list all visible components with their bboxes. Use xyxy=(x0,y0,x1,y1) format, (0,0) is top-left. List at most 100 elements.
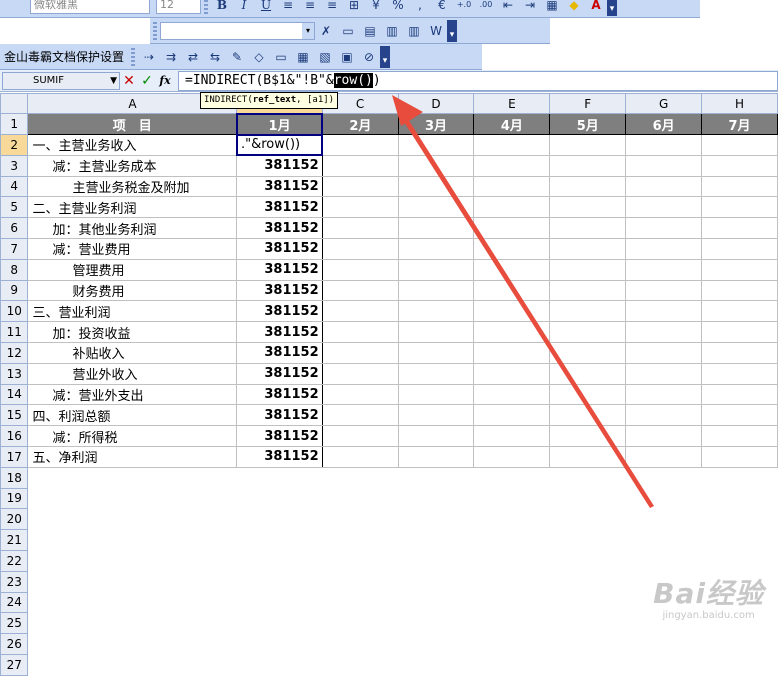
empty-cell[interactable] xyxy=(321,217,399,239)
empty-cell[interactable] xyxy=(473,300,551,323)
row-header[interactable]: 21 xyxy=(0,529,29,551)
empty-cell[interactable] xyxy=(473,549,551,572)
row-label-cell[interactable]: 财务费用 xyxy=(27,279,238,302)
value-cell[interactable]: 381152 xyxy=(236,321,323,343)
empty-cell[interactable] xyxy=(473,487,551,510)
empty-cell[interactable] xyxy=(321,591,399,614)
row-label-cell[interactable]: 主营业务税金及附加 xyxy=(27,175,238,198)
protect-settings-button[interactable]: 金山毒霸文档保护设置 xyxy=(0,48,128,65)
underline-button[interactable]: U xyxy=(256,0,276,15)
empty-cell[interactable] xyxy=(625,404,703,427)
empty-cell[interactable] xyxy=(236,487,323,510)
empty-cell[interactable] xyxy=(27,529,238,551)
trace-precedents-icon[interactable]: ⇢ xyxy=(139,47,159,67)
row-header[interactable]: 22 xyxy=(0,549,29,572)
empty-cell[interactable] xyxy=(321,383,399,406)
empty-cell[interactable] xyxy=(236,633,323,655)
empty-cell[interactable] xyxy=(473,445,551,468)
empty-cell[interactable] xyxy=(701,279,778,302)
empty-cell[interactable] xyxy=(473,570,551,593)
empty-cell[interactable] xyxy=(549,196,627,219)
table-icon[interactable]: ▥ xyxy=(382,21,402,41)
empty-cell[interactable] xyxy=(397,258,475,281)
row-header[interactable]: 26 xyxy=(0,633,29,655)
empty-cell[interactable] xyxy=(549,445,627,468)
row-header[interactable]: 8 xyxy=(0,258,29,281)
header-cell[interactable]: 7月 xyxy=(701,113,778,135)
empty-cell[interactable] xyxy=(549,362,627,385)
empty-cell[interactable] xyxy=(397,612,475,635)
empty-cell[interactable] xyxy=(397,279,475,302)
empty-cell[interactable] xyxy=(701,217,778,239)
empty-cell[interactable] xyxy=(397,653,475,676)
empty-cell[interactable] xyxy=(625,321,703,343)
font-name-select[interactable]: 微软雅黑 xyxy=(30,0,150,14)
empty-cell[interactable] xyxy=(473,508,551,531)
empty-cell[interactable] xyxy=(549,404,627,427)
empty-cell[interactable] xyxy=(27,487,238,510)
empty-cell[interactable] xyxy=(625,134,703,156)
value-cell[interactable]: 381152 xyxy=(236,217,323,239)
empty-cell[interactable] xyxy=(27,466,238,489)
show-watch-icon[interactable]: ▦ xyxy=(293,47,313,67)
row-header[interactable]: 24 xyxy=(0,591,29,614)
empty-cell[interactable] xyxy=(549,258,627,281)
row-header[interactable]: 20 xyxy=(0,508,29,531)
empty-cell[interactable] xyxy=(549,341,627,364)
row-header[interactable]: 15 xyxy=(0,404,29,427)
empty-cell[interactable] xyxy=(397,154,475,177)
empty-cell[interactable] xyxy=(321,508,399,531)
value-cell[interactable]: 381152 xyxy=(236,362,323,385)
empty-cell[interactable] xyxy=(473,404,551,427)
empty-cell[interactable] xyxy=(321,279,399,302)
empty-cell[interactable] xyxy=(701,134,778,156)
empty-cell[interactable] xyxy=(625,362,703,385)
empty-cell[interactable] xyxy=(549,633,627,655)
trace-dependents-icon[interactable]: ⇉ xyxy=(161,47,181,67)
empty-cell[interactable] xyxy=(473,341,551,364)
empty-cell[interactable] xyxy=(625,300,703,323)
row-header[interactable]: 19 xyxy=(0,487,29,510)
empty-cell[interactable] xyxy=(27,612,238,635)
empty-cell[interactable] xyxy=(321,321,399,343)
header-cell[interactable]: 1月 xyxy=(235,112,324,136)
empty-cell[interactable] xyxy=(625,279,703,302)
empty-cell[interactable] xyxy=(473,258,551,281)
empty-cell[interactable] xyxy=(701,466,778,489)
empty-cell[interactable] xyxy=(321,154,399,177)
empty-cell[interactable] xyxy=(625,383,703,406)
empty-cell[interactable] xyxy=(549,175,627,198)
enter-icon[interactable]: ✓ xyxy=(138,73,156,89)
empty-cell[interactable] xyxy=(549,508,627,531)
row-header[interactable]: 11 xyxy=(0,321,29,343)
empty-cell[interactable] xyxy=(397,217,475,239)
empty-cell[interactable] xyxy=(236,549,323,572)
empty-cell[interactable] xyxy=(321,404,399,427)
value-cell[interactable]: 381152 xyxy=(236,279,323,302)
empty-cell[interactable] xyxy=(549,591,627,614)
empty-cell[interactable] xyxy=(473,362,551,385)
comment-icon[interactable]: ✎ xyxy=(227,47,247,67)
row-header[interactable]: 25 xyxy=(0,612,29,635)
empty-cell[interactable] xyxy=(701,508,778,531)
empty-cell[interactable] xyxy=(321,633,399,655)
empty-cell[interactable] xyxy=(701,383,778,406)
empty-cell[interactable] xyxy=(701,633,778,655)
empty-cell[interactable] xyxy=(397,404,475,427)
empty-cell[interactable] xyxy=(397,134,475,156)
currency-icon[interactable]: ¥ xyxy=(366,0,386,15)
column-header[interactable]: D xyxy=(397,93,475,114)
empty-cell[interactable] xyxy=(701,425,778,447)
empty-cell[interactable] xyxy=(236,508,323,531)
toolbar-options-icon[interactable]: ▾ xyxy=(607,0,617,16)
delete-icon[interactable]: ✗ xyxy=(316,21,336,41)
empty-cell[interactable] xyxy=(321,196,399,219)
row-header[interactable]: 4 xyxy=(0,175,29,198)
empty-cell[interactable] xyxy=(473,653,551,676)
value-cell[interactable]: 381152 xyxy=(236,300,323,323)
empty-cell[interactable] xyxy=(397,175,475,198)
header-cell[interactable]: 5月 xyxy=(549,113,627,135)
empty-cell[interactable] xyxy=(321,425,399,447)
empty-cell[interactable] xyxy=(27,508,238,531)
empty-cell[interactable] xyxy=(236,612,323,635)
